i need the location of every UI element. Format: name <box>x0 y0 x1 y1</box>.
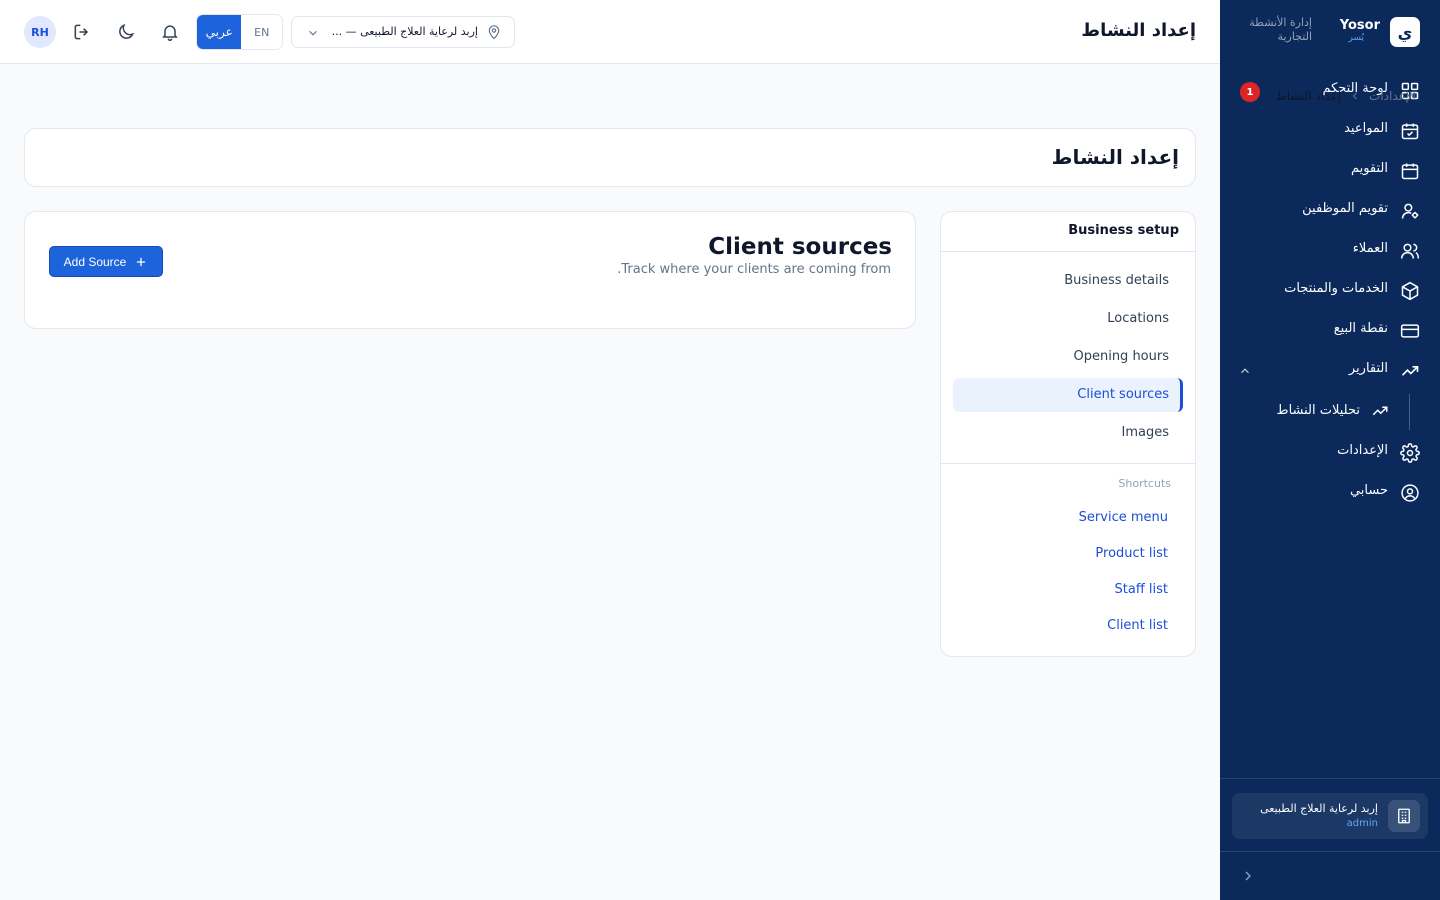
breadcrumb-current: إعداد النشاط <box>1275 89 1342 103</box>
sidebar: ي Yosor يُسر إدارة الأنشطة التجارية لوحة… <box>1220 0 1440 900</box>
shortcut-link-service-menu[interactable]: Service menu <box>1079 510 1168 525</box>
menu-item-label: Opening hours <box>1073 349 1169 364</box>
sidebar-item-label: تقويم الموظفين <box>1302 201 1388 216</box>
sidebar-item-label: الإعدادات <box>1337 443 1388 458</box>
panel-subtitle: .Track where your clients are coming fro… <box>617 262 891 277</box>
sidebar-item-calendar[interactable]: التقويم <box>1220 152 1440 192</box>
business-setup-menu: Business setup Business details Location… <box>940 211 1196 657</box>
location-value: إربد لرعاية العلاج الطبيعى — ... <box>331 25 478 38</box>
submenu-guide-line <box>1409 394 1410 430</box>
map-pin-icon <box>488 25 500 40</box>
client-sources-panel: Client sources .Track where your clients… <box>24 211 916 329</box>
chevron-up-icon[interactable] <box>1238 364 1252 378</box>
menu-item-label: Locations <box>1107 311 1169 326</box>
notification-badge: 1 <box>1240 82 1260 102</box>
trending-up-icon <box>1372 406 1388 416</box>
location-select[interactable]: إربد لرعاية العلاج الطبيعى — ... <box>291 16 515 48</box>
sidebar-item-label: العملاء <box>1352 241 1388 256</box>
reports-submenu: تحليلات النشاط <box>1220 392 1440 434</box>
menu-title: Business setup <box>1068 223 1179 238</box>
language-option-english[interactable]: EN <box>241 15 282 49</box>
shortcut-link-product-list[interactable]: Product list <box>1095 546 1168 561</box>
menu-item-label: Images <box>1121 425 1170 440</box>
add-source-button[interactable]: Add Source <box>49 246 163 277</box>
sidebar-item-reports[interactable]: التقارير <box>1220 352 1440 392</box>
shortcut-link-staff-list[interactable]: Staff list <box>1115 582 1169 597</box>
users-icon <box>1400 243 1420 259</box>
panel-title: Client sources <box>708 234 892 260</box>
menu-item-locations[interactable]: Locations <box>953 302 1183 336</box>
section-title: إعداد النشاط <box>1051 145 1179 169</box>
add-source-label: Add Source <box>63 254 127 269</box>
sidebar-item-label: المواعيد <box>1344 121 1388 136</box>
sidebar-item-services-products[interactable]: الخدمات والمنتجات <box>1220 272 1440 312</box>
sidebar-item-point-of-sale[interactable]: نقطة البيع <box>1220 312 1440 352</box>
page-header-card: إعداد النشاط <box>24 128 1196 187</box>
sidebar-item-my-account[interactable]: حسابي <box>1220 474 1440 514</box>
box-icon <box>1401 281 1419 301</box>
menu-item-opening-hours[interactable]: Opening hours <box>953 340 1183 374</box>
brand-name: Yosor <box>1339 18 1380 33</box>
sidebar-item-appointments[interactable]: المواعيد <box>1220 112 1440 152</box>
menu-divider <box>941 463 1195 464</box>
avatar[interactable]: RH <box>24 16 56 48</box>
breadcrumb-root-link[interactable]: الإعدادات <box>1369 89 1416 103</box>
user-circle-icon <box>1401 484 1419 502</box>
brand[interactable]: ي Yosor يُسر إدارة الأنشطة التجارية <box>1240 16 1420 48</box>
sidebar-item-clients[interactable]: العملاء <box>1220 232 1440 272</box>
menu-item-client-sources[interactable]: Client sources <box>953 378 1183 412</box>
logout-icon[interactable] <box>72 22 92 42</box>
sidebar-item-settings[interactable]: الإعدادات <box>1220 434 1440 474</box>
topbar: إعداد النشاط RH عربي EN إربد لرعاية العل… <box>0 0 1220 64</box>
brand-logo: ي <box>1390 17 1420 47</box>
sidebar-subitem-label: تحليلات النشاط <box>1276 403 1360 418</box>
menu-header: Business setup <box>941 212 1195 252</box>
trending-up-icon <box>1401 366 1419 376</box>
building-icon <box>1388 800 1420 832</box>
brand-tagline: إدارة الأنشطة التجارية <box>1249 16 1312 43</box>
organization-name: إربد لرعاية العلاج الطبيعى <box>1260 802 1378 815</box>
shortcut-link-client-list[interactable]: Client list <box>1107 618 1168 633</box>
sidebar-item-label: التقارير <box>1348 361 1388 376</box>
menu-item-label: Business details <box>1064 273 1169 288</box>
moon-icon[interactable] <box>116 22 136 42</box>
user-role: admin <box>1346 818 1378 829</box>
sidebar-footer: إربد لرعاية العلاج الطبيعى admin <box>1220 778 1440 852</box>
menu-item-label: Client sources <box>1077 387 1169 402</box>
plus-icon <box>137 257 146 266</box>
user-gear-icon <box>1401 203 1419 219</box>
gear-icon <box>1400 443 1420 463</box>
calendar-icon <box>1401 163 1419 180</box>
calendar-check-icon <box>1401 123 1419 140</box>
brand-name-arabic: يُسر <box>1348 33 1365 43</box>
bell-icon[interactable] <box>160 22 180 42</box>
organization-switcher[interactable]: إربد لرعاية العلاج الطبيعى admin <box>1232 793 1428 839</box>
sidebar-item-label: الخدمات والمنتجات <box>1284 281 1388 296</box>
sidebar-nav: لوحة التحكم 1 المواعيد التقويم تقويم الم… <box>1220 72 1440 514</box>
sidebar-item-label: التقويم <box>1350 161 1388 176</box>
breadcrumb: الإعدادات إعداد النشاط <box>1276 88 1416 104</box>
sidebar-subitem-business-analytics[interactable]: تحليلات النشاط <box>1240 396 1390 426</box>
menu-item-business-details[interactable]: Business details <box>953 264 1183 298</box>
sidebar-item-label: نقطة البيع <box>1333 321 1388 336</box>
credit-card-icon <box>1400 324 1420 338</box>
language-toggle: عربي EN <box>196 14 283 50</box>
chevron-down-icon <box>309 30 317 36</box>
menu-item-images[interactable]: Images <box>953 416 1183 450</box>
chevron-right-icon[interactable] <box>1240 866 1256 886</box>
language-option-arabic[interactable]: عربي <box>197 15 242 49</box>
chevron-left-icon <box>1352 92 1357 100</box>
page-title: إعداد النشاط <box>1081 20 1196 41</box>
sidebar-item-label: حسابي <box>1349 483 1388 498</box>
sidebar-item-staff-calendar[interactable]: تقويم الموظفين <box>1220 192 1440 232</box>
shortcuts-label: Shortcuts <box>1118 477 1171 490</box>
